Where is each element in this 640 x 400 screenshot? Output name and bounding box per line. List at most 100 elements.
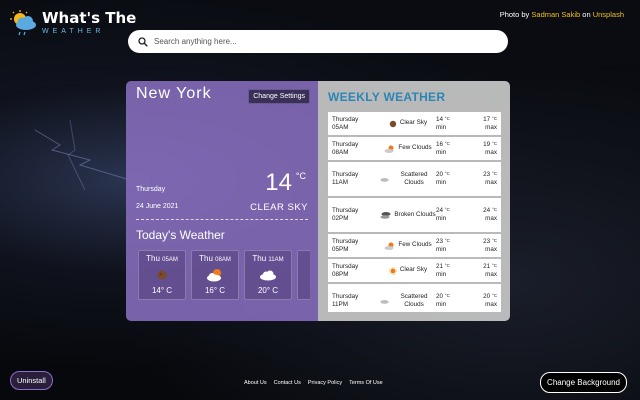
row-day: Thursday	[332, 140, 359, 148]
cloud-icon	[260, 270, 276, 281]
max-label: max	[485, 245, 497, 253]
sun-cloud-icon	[207, 269, 221, 282]
row-max: 23	[483, 171, 491, 179]
row-min: 21	[436, 262, 444, 270]
row-time: 08PM	[332, 270, 349, 278]
min-label: min	[436, 148, 447, 156]
deg-unit: °C	[491, 115, 497, 121]
current-day: Thursday	[136, 186, 166, 193]
app-subtitle: WEATHER	[42, 28, 105, 35]
current-weather-card: New York Change Settings Thursday 24 Jun…	[126, 81, 318, 321]
hourly-time: 08AM	[215, 257, 231, 263]
row-time: 08AM	[332, 148, 349, 156]
hourly-day: Thu	[199, 254, 213, 263]
credit-prefix: Photo by	[499, 10, 530, 19]
credit-site-link[interactable]: Unsplash	[593, 10, 624, 19]
weekly-row: Thursday 11AM Scattered Clouds 20 °C min 2…	[328, 162, 501, 196]
row-time: 02PM	[332, 215, 349, 222]
row-time: 11PM	[332, 301, 348, 308]
row-max: 23	[483, 237, 491, 245]
row-day: Thursday	[332, 262, 359, 270]
weekly-row: Thursday 05AM Clear Sky 14 °C min 17 °C max	[328, 112, 501, 135]
row-condition: Few Clouds	[398, 144, 432, 152]
sun-cloud-icon	[384, 242, 394, 250]
photo-credit: Photo by Sadman Sakib on Unsplash	[500, 10, 624, 19]
min-label: min	[436, 123, 447, 131]
deg-unit: °C	[491, 171, 497, 177]
weekly-row: Thursday 11PM Scattered Clouds 20 °C min 2…	[328, 284, 501, 312]
deg-unit: °C	[444, 115, 450, 121]
deg-unit: °C	[491, 140, 497, 146]
row-condition: Broken Clouds	[394, 210, 436, 218]
footer-link-about[interactable]: About Us	[244, 380, 267, 386]
weekly-row: Thursday 05PM Few Clouds 23 °C min 23 °C ma…	[328, 234, 501, 257]
sun-icon	[388, 266, 397, 275]
row-min: 20	[436, 171, 444, 179]
row-min: 20	[436, 293, 444, 301]
deg-unit: °C	[491, 237, 497, 243]
uninstall-button[interactable]: Uninstall	[10, 371, 53, 390]
row-condition: Clear Sky	[399, 119, 428, 127]
row-time: 05PM	[332, 245, 349, 253]
broken-cloud-icon	[380, 212, 391, 219]
deg-unit: °C	[444, 207, 450, 213]
hourly-card: Thu 08AM 16° C	[191, 250, 239, 300]
hourly-day: Thu	[252, 254, 267, 263]
cloud-icon	[380, 300, 389, 304]
row-max: 21	[483, 262, 491, 270]
today-title: Today's Weather	[136, 228, 225, 242]
row-day: Thursday	[332, 293, 359, 301]
row-condition: Scattered Clouds	[400, 170, 428, 187]
footer-link-terms[interactable]: Terms Of Use	[349, 380, 383, 386]
search-input[interactable]	[154, 37, 484, 46]
row-condition: Clear Sky	[399, 266, 428, 274]
change-settings-button[interactable]: Change Settings	[248, 89, 310, 104]
deg-unit: °C	[444, 171, 450, 177]
lightning-decoration	[34, 120, 131, 191]
current-condition: CLEAR SKY	[250, 202, 308, 213]
max-label: max	[485, 179, 497, 186]
row-max: 19	[483, 140, 491, 148]
row-day: Thursday	[332, 207, 359, 215]
min-label: min	[436, 301, 447, 308]
hourly-time: 05AM	[162, 257, 178, 263]
deg-unit: °C	[444, 262, 450, 268]
weekly-weather-card: WEEKLY WEATHER Thursday 05AM Clear Sky 14…	[318, 81, 510, 321]
deg-unit: °C	[491, 262, 497, 268]
row-day: Thursday	[332, 115, 359, 123]
row-min: 23	[436, 237, 444, 245]
row-max: 17	[483, 115, 491, 123]
weekly-title: WEEKLY WEATHER	[328, 90, 446, 104]
current-date: 24 June 2021	[136, 203, 179, 210]
divider	[136, 219, 308, 220]
hourly-temp: 20° C	[257, 286, 279, 295]
change-background-button[interactable]: Change Background	[540, 372, 627, 393]
min-label: min	[436, 179, 447, 186]
sun-cloud-icon	[384, 145, 394, 153]
row-condition: Few Clouds	[398, 241, 432, 249]
hourly-temp: 16° C	[204, 286, 226, 295]
weekly-row: Thursday 08AM Few Clouds 16 °C min 19 °C ma…	[328, 137, 501, 160]
hourly-temp: 14° C	[151, 286, 173, 295]
deg-unit: °C	[444, 293, 450, 299]
hourly-card: Th	[297, 250, 310, 300]
weekly-row: Thursday 08PM Clear Sky 21 °C min 21 °C max	[328, 259, 501, 282]
search-bar[interactable]	[128, 30, 508, 53]
min-label: min	[436, 270, 447, 278]
footer-link-privacy[interactable]: Privacy Policy	[308, 380, 342, 386]
deg-unit: °C	[444, 237, 450, 243]
footer-link-contact[interactable]: Contact Us	[274, 380, 301, 386]
city-name: New York	[136, 85, 212, 102]
hourly-forecast[interactable]: Thu 05AM 14° C Thu 08AM 16° C Thu 11AM 2…	[138, 250, 310, 302]
max-label: max	[485, 215, 497, 222]
row-time: 05AM	[332, 123, 349, 131]
footer-links: About Us Contact Us Privacy Policy Terms…	[244, 380, 383, 386]
weekly-row: Thursday 02PM Broken Clouds 24 °C min 24 °…	[328, 198, 501, 232]
app-logo: What's The WEATHER	[10, 10, 136, 36]
max-label: max	[485, 123, 497, 131]
weekly-list[interactable]: Thursday 05AM Clear Sky 14 °C min 17 °C max…	[328, 112, 501, 312]
credit-on: on	[582, 10, 591, 19]
hourly-card: Thu 11AM 20° C	[244, 250, 292, 300]
app-title: What's The	[42, 9, 137, 27]
credit-author-link[interactable]: Sadman Sakib	[531, 10, 580, 19]
